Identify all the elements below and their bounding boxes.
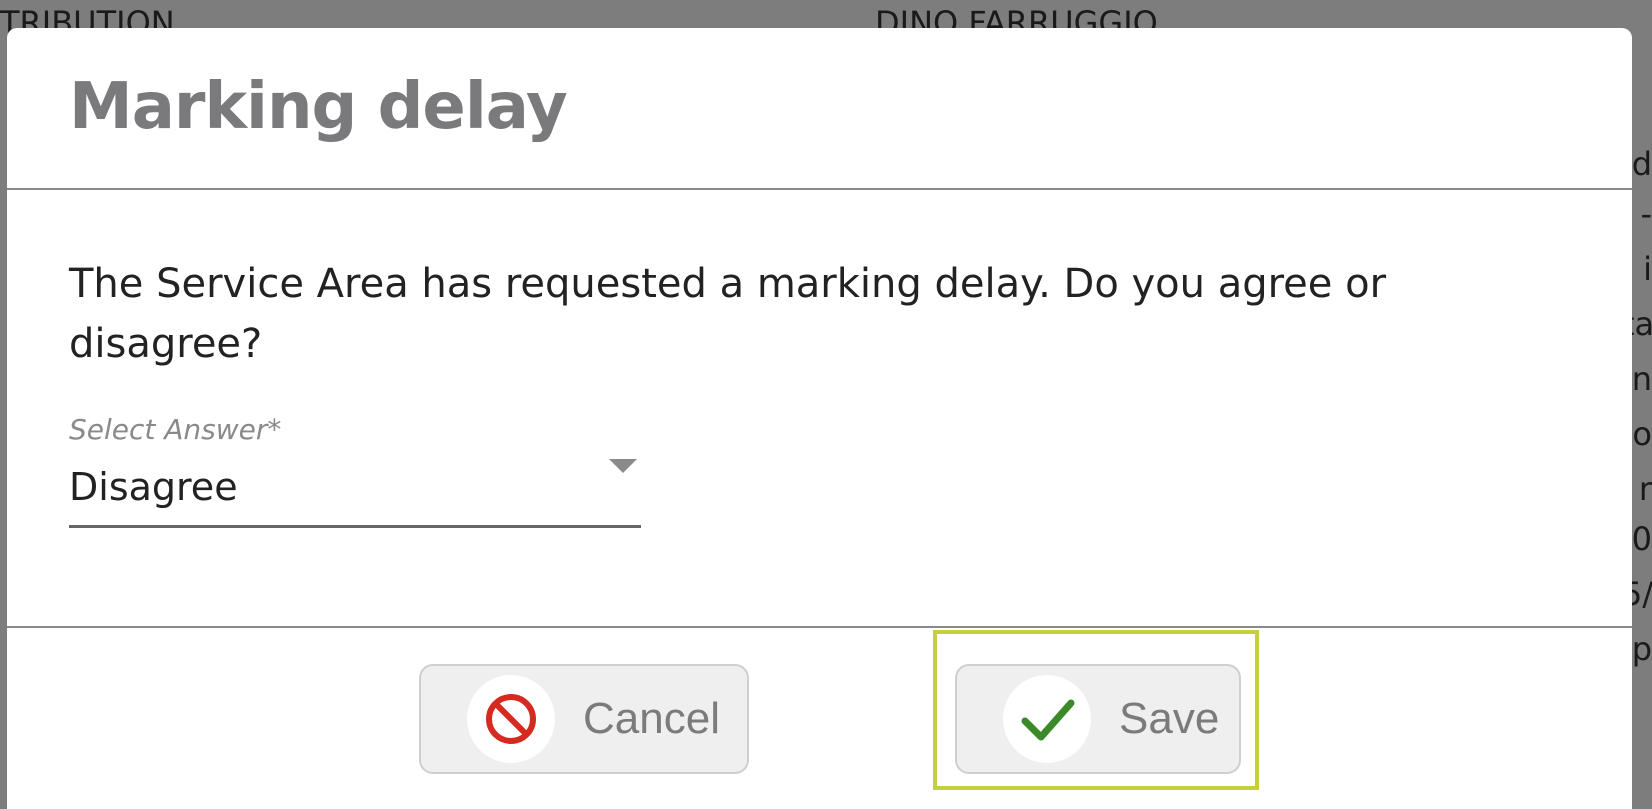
marking-delay-dialog: Marking delay The Service Area has reque… <box>7 28 1632 809</box>
cancel-button[interactable]: Cancel <box>419 664 749 774</box>
checkmark-icon <box>1003 675 1091 763</box>
save-button[interactable]: Save <box>955 664 1241 774</box>
select-answer-value[interactable]: Disagree <box>69 465 238 509</box>
dialog-question: The Service Area has requested a marking… <box>69 261 1387 367</box>
dialog-header: Marking delay <box>7 28 1632 190</box>
select-answer-dropdown[interactable]: Select Answer* Disagree <box>69 413 641 529</box>
dialog-footer: Cancel Save <box>7 626 1632 809</box>
dialog-title: Marking delay <box>69 70 568 144</box>
select-underline <box>69 525 641 528</box>
select-answer-label: Select Answer* <box>69 413 282 446</box>
prohibited-icon <box>467 675 555 763</box>
cancel-label: Cancel <box>583 694 720 743</box>
save-label: Save <box>1119 694 1220 743</box>
dropdown-arrow-icon[interactable] <box>609 459 637 473</box>
